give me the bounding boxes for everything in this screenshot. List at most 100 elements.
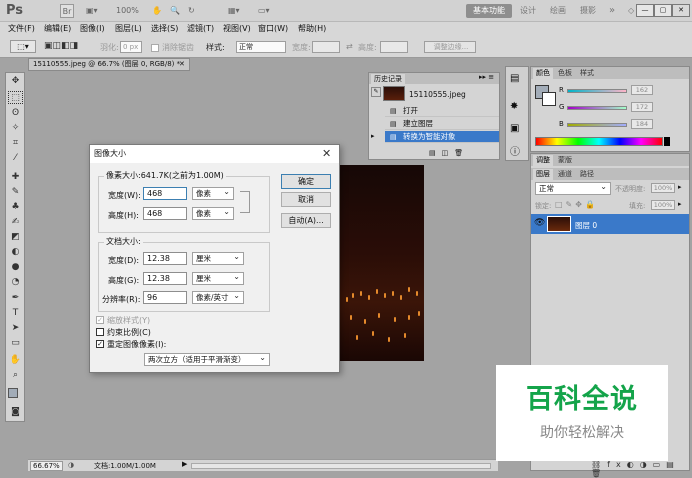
b-slider[interactable] [567,123,627,127]
workspace-design[interactable]: 设计 [520,4,536,18]
refine-edge-button[interactable]: 调整边缘... [424,41,476,53]
height-input[interactable]: 468 [143,207,187,220]
blend-mode-select[interactable]: 正常 [535,181,611,195]
r-value[interactable]: 162 [631,85,653,95]
g-value[interactable]: 172 [631,102,653,112]
gradient-tool-icon[interactable]: ◐ [8,246,23,259]
r-slider[interactable] [567,89,627,93]
resolution-input[interactable]: 96 [143,291,187,304]
fill-arrow-icon[interactable]: ▸ [678,200,682,208]
color-spectrum-bar[interactable] [535,137,663,146]
doc-width-unit-select[interactable]: 厘米 [192,251,244,265]
minimize-button[interactable]: — [636,4,654,17]
more-workspaces[interactable]: » [609,4,615,18]
workspace-photography[interactable]: 摄影 [580,4,596,18]
tab-layers[interactable]: 图层 [533,169,553,180]
crop-tool-icon[interactable]: ⌗ [8,137,23,150]
constrain-proportions-checkbox[interactable] [96,328,104,336]
menu-file[interactable]: 文件(F) [8,23,35,34]
resample-checkbox[interactable]: ✓ [96,340,104,348]
close-tab-icon[interactable]: ✕ [179,59,185,70]
menu-image[interactable]: 图像(I) [80,23,105,34]
hand-tool-icon[interactable]: ✋ [8,354,23,367]
doc-width-input[interactable]: 12.38 [143,252,187,265]
tab-color[interactable]: 颜色 [533,68,553,79]
history-brush-icon[interactable]: ✍ [8,216,23,229]
menu-view[interactable]: 视图(V) [223,23,251,34]
history-collapse-icon[interactable]: ▸▸ ≡ [479,73,494,81]
opacity-value[interactable]: 100% [651,183,675,193]
pen-tool-icon[interactable]: ✒ [8,292,23,305]
scale-styles-checkbox[interactable]: ✓ [96,316,104,324]
tab-paths[interactable]: 路径 [577,169,597,180]
quick-mask-icon[interactable]: ◙ [8,406,23,419]
blur-tool-icon[interactable]: ● [8,261,23,274]
magic-wand-icon[interactable]: ✧ [8,122,23,135]
menu-filter[interactable]: 滤镜(T) [187,23,214,34]
rotate-view-icon[interactable]: ↻ [188,4,195,18]
screen-mode-icon[interactable]: ▣▾ [86,4,98,18]
history-item[interactable]: 建立图层 [385,118,499,130]
feather-input[interactable]: 0 px [120,41,142,53]
navigator-panel-icon[interactable]: ✸ [510,101,518,112]
doc-height-input[interactable]: 12.38 [143,272,187,285]
marquee-preset-icon[interactable]: ⬚▾ [10,40,36,53]
image-panel-icon[interactable]: ▣ [510,123,519,134]
foreground-color-swatch[interactable] [8,388,18,398]
layer-footer-icons[interactable]: ⛓fx◐◑▭▤🗑 [591,460,689,478]
dodge-tool-icon[interactable]: ◔ [8,276,23,289]
swap-icon[interactable]: ⇄ [346,42,353,51]
selection-mode-icons[interactable]: ▣◫◧◨ [44,41,78,51]
history-panel-icon[interactable]: ▤ [510,73,519,84]
eye-icon[interactable]: 👁 [534,218,545,228]
cs-live-icon[interactable]: ◇ [628,6,634,15]
history-item[interactable]: 打开 [385,105,499,117]
antialias-checkbox[interactable] [151,44,159,52]
status-zoom[interactable]: 66.67% [30,461,63,471]
hand-tool-icon[interactable]: ✋ [152,4,162,18]
width-input[interactable] [312,41,340,53]
bridge-icon[interactable]: Br [60,4,74,18]
healing-brush-icon[interactable]: ✚ [8,171,23,184]
fill-value[interactable]: 100% [651,200,675,210]
width-unit-select[interactable]: 像素 [192,186,234,200]
menu-window[interactable]: 窗口(W) [258,23,288,34]
history-footer-icons[interactable]: ▤◫🗑 [429,149,469,157]
tab-styles[interactable]: 样式 [577,68,597,79]
tab-adjustments[interactable]: 调整 [533,155,553,166]
horizontal-scrollbar[interactable] [191,463,491,469]
tab-channels[interactable]: 通道 [555,169,575,180]
zoom-tool-icon[interactable]: 🔍 [170,4,180,18]
doc-height-unit-select[interactable]: 厘米 [192,271,244,285]
style-select[interactable]: 正常 [236,41,286,53]
workspace-essentials[interactable]: 基本功能 [466,4,512,18]
screen-layout-icon[interactable]: ▭▾ [258,4,270,18]
background-swatch[interactable] [542,92,556,106]
clone-stamp-icon[interactable]: ♣ [8,201,23,214]
tab-swatches[interactable]: 色板 [555,68,575,79]
layer-name[interactable]: 图层 0 [575,220,597,231]
maximize-button[interactable]: ▢ [654,4,672,17]
info-panel-icon[interactable]: ⓘ [510,143,520,158]
menu-select[interactable]: 选择(S) [151,23,178,34]
height-input[interactable] [380,41,408,53]
history-tab[interactable]: 历史记录 [371,74,405,84]
history-brush-source-icon[interactable]: ✎ [371,87,381,97]
g-slider[interactable] [567,106,627,110]
move-tool-icon[interactable]: ✥ [8,75,23,88]
document-canvas[interactable] [338,165,424,361]
snapshot-thumbnail[interactable] [383,86,405,101]
marquee-tool-icon[interactable]: ⬚ [8,91,23,104]
eraser-tool-icon[interactable]: ◩ [8,231,23,244]
zoom-tool-icon[interactable]: ⌕ [8,369,23,382]
type-tool-icon[interactable]: T [8,307,23,320]
shape-tool-icon[interactable]: ▭ [8,337,23,350]
black-swatch[interactable] [664,137,670,146]
ok-button[interactable]: 确定 [281,174,331,189]
width-input[interactable]: 468 [143,187,187,200]
eyedropper-icon[interactable]: ⁄ [8,152,23,165]
workspace-painting[interactable]: 绘画 [550,4,566,18]
menu-layer[interactable]: 图层(L) [115,23,142,34]
opacity-arrow-icon[interactable]: ▸ [678,183,682,191]
menu-help[interactable]: 帮助(H) [298,23,326,34]
